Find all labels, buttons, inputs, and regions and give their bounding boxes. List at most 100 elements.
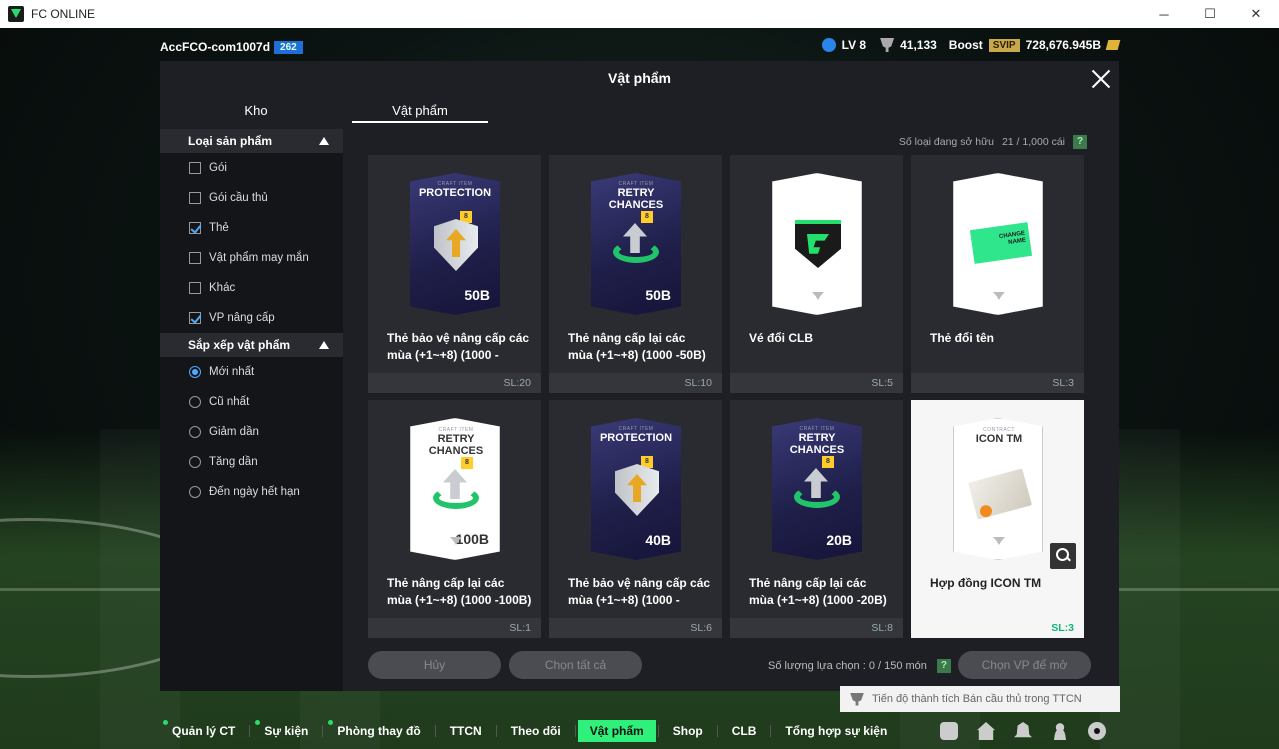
item-card-art: CRAFT ITEM RETRY CHANCES 8 50B xyxy=(591,173,681,315)
filter-option[interactable]: Thẻ xyxy=(160,213,343,243)
item-name: Thẻ nâng cấp lại các mùa (+1~+8) (1000 -… xyxy=(387,576,532,607)
item-card[interactable]: CRAFT ITEM PROTECTION 8 40B Thẻ bảo vệ nâng … xyxy=(549,400,722,638)
item-card[interactable]: CRAFT ITEM RETRY CHANCES 8 50B Thẻ nâng cấp … xyxy=(549,155,722,393)
sort-option[interactable]: Tăng dần xyxy=(160,447,343,477)
bottom-nav-icons: 2 75 xyxy=(940,713,1106,749)
radio-button[interactable] xyxy=(189,366,201,378)
item-quantity: SL:8 xyxy=(730,618,903,638)
item-quantity: SL:5 xyxy=(730,373,903,393)
card-title: PROTECTION xyxy=(599,432,673,444)
sort-option[interactable]: Mới nhất xyxy=(160,357,343,387)
filter-option[interactable]: Khác xyxy=(160,273,343,303)
collapse-arrow-icon[interactable] xyxy=(319,341,329,349)
cancel-button[interactable]: Hủy xyxy=(368,651,501,679)
item-card[interactable]: CRAFT ITEM RETRY CHANCES 8 100B Thẻ nâng cấp… xyxy=(368,400,541,638)
help-icon[interactable]: ? xyxy=(936,659,951,673)
item-image: CRAFT ITEM RETRY CHANCES 8 50B xyxy=(591,173,681,315)
checkbox[interactable] xyxy=(189,252,201,264)
fc-logo-icon xyxy=(993,537,1005,545)
achievement-tip[interactable]: Tiến độ thành tích Bán cầu thủ trong TTC… xyxy=(840,686,1120,712)
item-card[interactable]: Vé đổi CLB SL:5 xyxy=(730,155,903,393)
card-value: 100B xyxy=(455,531,489,547)
retry-arrow-icon xyxy=(794,468,840,512)
item-quantity: SL:1 xyxy=(368,618,541,638)
filter-option[interactable]: Gói xyxy=(160,153,343,183)
close-window-button[interactable]: ✕ xyxy=(1233,0,1279,28)
radio-button[interactable] xyxy=(189,396,201,408)
maximize-button[interactable]: ☐ xyxy=(1187,0,1233,28)
bell-icon[interactable]: 75 xyxy=(1014,722,1032,738)
chat-icon[interactable] xyxy=(940,722,958,740)
filter-option-label: Khác xyxy=(209,282,236,294)
minimize-button[interactable]: ─ xyxy=(1141,0,1187,28)
zoom-icon[interactable] xyxy=(1050,543,1076,569)
radio-button[interactable] xyxy=(189,486,201,498)
checkbox[interactable] xyxy=(189,282,201,294)
item-quantity: SL:6 xyxy=(549,618,722,638)
filter-option[interactable]: Gói cầu thủ xyxy=(160,183,343,213)
item-image: CONTRACT ICON TM xyxy=(953,418,1043,560)
item-card[interactable]: CRAFT ITEM RETRY CHANCES 8 20B Thẻ nâng cấp … xyxy=(730,400,903,638)
item-quantity: SL:20 xyxy=(368,373,541,393)
nav-item[interactable]: CLB xyxy=(720,720,769,742)
select-all-button[interactable]: Chọn tất cả xyxy=(509,651,642,679)
nav-item[interactable]: Sự kiện xyxy=(252,720,320,742)
nav-item[interactable]: TTCN xyxy=(438,720,494,742)
gear-icon[interactable] xyxy=(1088,722,1106,740)
nav-item[interactable]: Shop xyxy=(661,720,715,742)
checkbox[interactable] xyxy=(189,162,201,174)
tab-items[interactable]: Vật phẩm xyxy=(352,99,488,123)
radio-button[interactable] xyxy=(189,426,201,438)
item-name: Hợp đồng ICON TM xyxy=(930,576,1042,590)
item-card[interactable]: CHANGE NAME Thẻ đổi tên SL:3 xyxy=(911,155,1084,393)
checkbox[interactable] xyxy=(189,222,201,234)
item-card-art: CRAFT ITEM RETRY CHANCES 8 100B xyxy=(410,418,500,560)
sort-option[interactable]: Đến ngày hết hạn xyxy=(160,477,343,507)
trophy-icon xyxy=(850,692,864,706)
item-name: Thẻ bảo vệ nâng cấp các mùa (+1~+8) (100… xyxy=(568,576,711,607)
filter-option[interactable]: VP nâng cấp xyxy=(160,303,343,333)
card-title: RETRY CHANCES xyxy=(428,433,484,457)
sort-option[interactable]: Giảm dần xyxy=(160,417,343,447)
nav-item[interactable]: Quản lý CT xyxy=(160,720,247,742)
sort-option-label: Cũ nhất xyxy=(209,396,250,408)
trophy-value: 41,133 xyxy=(900,38,937,52)
modal-title: Vật phẩm xyxy=(607,70,671,86)
close-modal-icon[interactable] xyxy=(1089,67,1113,91)
selection-counter: Số lượng lựa chọn : 0 / 150 món ? xyxy=(768,659,951,673)
item-card[interactable]: CONTRACT ICON TM Hợp đồng ICON TM SL:3 xyxy=(911,400,1084,638)
window-title: FC ONLINE xyxy=(31,7,96,21)
notification-badge: 75 xyxy=(1027,715,1038,726)
nav-item[interactable]: Vật phẩm xyxy=(577,720,656,742)
boost-label: Boost xyxy=(948,38,983,52)
nav-item[interactable]: Phòng thay đồ xyxy=(325,720,432,742)
nav-item[interactable]: Theo dõi xyxy=(499,720,573,742)
help-icon[interactable]: ? xyxy=(1073,135,1087,149)
checkbox[interactable] xyxy=(189,312,201,324)
filter-option[interactable]: Vật phẩm may mắn xyxy=(160,243,343,273)
house-icon[interactable]: 2 xyxy=(977,722,995,740)
sort-option[interactable]: Cũ nhất xyxy=(160,387,343,417)
nav-separator xyxy=(657,725,659,737)
radio-button[interactable] xyxy=(189,456,201,468)
product-type-header[interactable]: Loại sản phẩm xyxy=(160,129,343,153)
choose-upgrade-button[interactable]: Chọn VP để mở xyxy=(958,651,1091,679)
item-card[interactable]: CRAFT ITEM PROTECTION 8 50B Thẻ bảo vệ nâng … xyxy=(368,155,541,393)
user-icon[interactable] xyxy=(1051,722,1069,740)
item-card-art: CRAFT ITEM PROTECTION 8 50B xyxy=(410,173,500,315)
bottom-actions: Hủy Chọn tất cả Số lượng lựa chọn : 0 / … xyxy=(368,651,1093,683)
account-info: AccFCO-com1007d 262 xyxy=(160,40,303,54)
shield-icon xyxy=(615,464,659,516)
item-quantity: SL:3 xyxy=(1051,622,1074,634)
collapse-arrow-icon[interactable] xyxy=(319,137,329,145)
checkbox[interactable] xyxy=(189,192,201,204)
account-name: AccFCO-com1007d xyxy=(160,40,271,54)
card-value: 20B xyxy=(826,532,852,548)
tab-storage[interactable]: Kho xyxy=(160,99,352,123)
card-value: 40B xyxy=(645,532,671,548)
coins-value: 728,676.945B xyxy=(1025,38,1101,52)
sort-header[interactable]: Sắp xếp vật phẩm xyxy=(160,333,343,357)
item-image: CRAFT ITEM RETRY CHANCES 8 20B xyxy=(772,418,862,560)
item-name: Thẻ đổi tên xyxy=(930,331,994,345)
nav-item[interactable]: Tổng hợp sự kiện xyxy=(773,720,899,742)
